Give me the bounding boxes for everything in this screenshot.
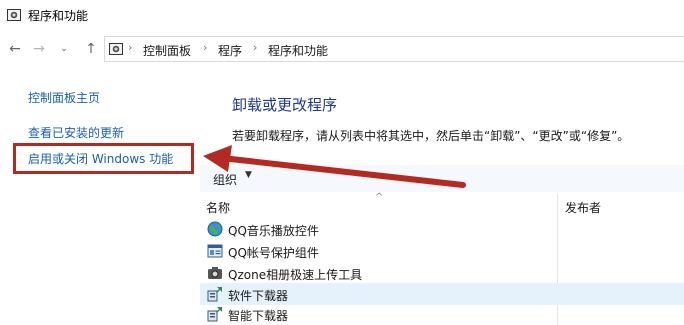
sort-indicator-icon: ^ [375,192,384,203]
breadcrumb-control-panel[interactable]: 控制面板 [143,42,191,59]
page-description: 若要卸载程序，请从列表中将其选中，然后单击“卸载”、“更改”或“修复”。 [232,129,630,143]
table-row-selected[interactable]: 软件下载器 [200,283,684,305]
navigation-bar: ← → ⌄ ↑ › 控制面板 › 程序 › 程序和功能 [0,36,684,64]
up-arrow-icon[interactable]: ↑ [82,40,100,58]
control-panel-icon [7,9,21,21]
annotation-highlight-box [13,143,194,174]
table-row[interactable]: Qzone相册极速上传工具 [200,262,684,284]
forward-arrow-icon[interactable]: → [30,40,48,58]
table-row[interactable]: 智能下载器 [200,303,684,325]
id-card-icon [207,244,223,258]
organize-button[interactable]: 组织 [213,171,237,188]
installer-icon [207,307,222,322]
breadcrumb-separator[interactable]: › [203,41,207,54]
program-name: 软件下载器 [228,289,289,303]
control-panel-icon [109,43,123,55]
camera-icon [208,267,222,279]
breadcrumb-separator[interactable]: › [128,41,132,54]
globe-icon [207,221,223,237]
program-name: QQ音乐播放控件 [228,224,319,238]
breadcrumb-programs-and-features[interactable]: 程序和功能 [268,42,328,59]
title-bar: 程序和功能 [0,0,684,30]
table-row[interactable]: QQ音乐播放控件 [200,218,684,240]
program-name: Qzone相册极速上传工具 [228,268,363,282]
address-bar[interactable]: › 控制面板 › 程序 › 程序和功能 [104,36,684,62]
view-installed-updates-link[interactable]: 查看已安装的更新 [28,124,124,141]
column-header-name[interactable]: 名称 [206,199,230,216]
dropdown-caret-icon[interactable]: ▼ [245,170,252,180]
table-header: 名称 ^ 发布者 [200,192,684,325]
control-panel-home-link[interactable]: 控制面板主页 [28,89,100,106]
program-name: QQ帐号保护组件 [228,246,319,260]
column-header-publisher[interactable]: 发布者 [565,199,601,216]
back-arrow-icon[interactable]: ← [6,40,24,58]
program-name: 智能下载器 [228,309,289,323]
breadcrumb-programs[interactable]: 程序 [218,42,242,59]
table-row[interactable]: QQ帐号保护组件 [200,240,684,262]
installer-icon [207,287,222,302]
recent-locations-icon[interactable]: ⌄ [55,40,73,58]
window-title: 程序和功能 [28,9,89,23]
breadcrumb-separator[interactable]: › [253,41,257,54]
left-pane: 控制面板主页 查看已安装的更新 启用或关闭 Windows 功能 [0,64,200,325]
page-title: 卸载或更改程序 [232,96,338,114]
toolbar: 组织 ▼ [200,165,684,192]
